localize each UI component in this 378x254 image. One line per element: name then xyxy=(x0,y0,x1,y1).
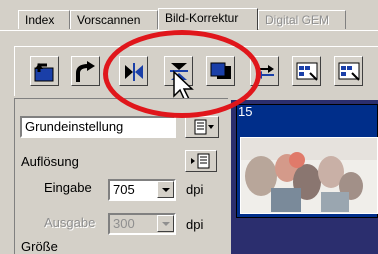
tab-index[interactable]: Index xyxy=(18,10,70,29)
input-label: Eingabe xyxy=(44,180,92,195)
frame-grid-button[interactable] xyxy=(292,56,321,86)
photo-thumbnail-image xyxy=(241,138,377,213)
output-label: Ausgabe xyxy=(44,215,96,230)
output-resolution-dropdown[interactable] xyxy=(157,215,174,232)
tab-bild-korrektur[interactable]: Bild-Korrektur xyxy=(158,8,258,30)
frame-grid-2-button[interactable] xyxy=(334,56,363,86)
list-menu-icon xyxy=(191,153,210,169)
preset-value: Grundeinstellung xyxy=(25,119,124,134)
tab-bild-korrektur-label: Bild-Korrektur xyxy=(165,11,239,25)
frame-thumbnail[interactable] xyxy=(240,137,378,214)
input-unit: dpi xyxy=(186,182,204,197)
rotate-left-icon xyxy=(34,63,54,82)
tab-digital-gem-label: Digital GEM xyxy=(265,13,330,27)
rotate-right-button[interactable] xyxy=(71,56,100,86)
resolution-menu-button[interactable] xyxy=(185,150,217,172)
rotate-right-icon xyxy=(76,61,95,82)
output-resolution-value: 300 xyxy=(113,216,135,231)
input-resolution-value: 705 xyxy=(113,182,135,197)
list-menu-icon xyxy=(194,119,214,135)
frame-number: 15 xyxy=(238,104,253,119)
tab-digital-gem[interactable]: Digital GEM xyxy=(258,10,346,29)
resolution-label: Auflösung xyxy=(21,154,79,169)
highlight-circle xyxy=(103,30,261,118)
tab-vorscannen[interactable]: Vorscannen xyxy=(70,10,158,29)
tab-index-label: Index xyxy=(25,13,55,27)
tab-vorscannen-label: Vorscannen xyxy=(77,13,141,27)
output-unit: dpi xyxy=(186,217,204,232)
rotate-left-button[interactable] xyxy=(30,56,59,86)
frame-grid-2-icon xyxy=(338,62,360,81)
size-label: Größe xyxy=(21,239,58,254)
input-resolution-dropdown[interactable] xyxy=(157,181,174,198)
frame-grid-icon xyxy=(296,62,318,81)
preset-field[interactable]: Grundeinstellung xyxy=(20,116,176,138)
preset-menu-button[interactable] xyxy=(185,116,219,138)
